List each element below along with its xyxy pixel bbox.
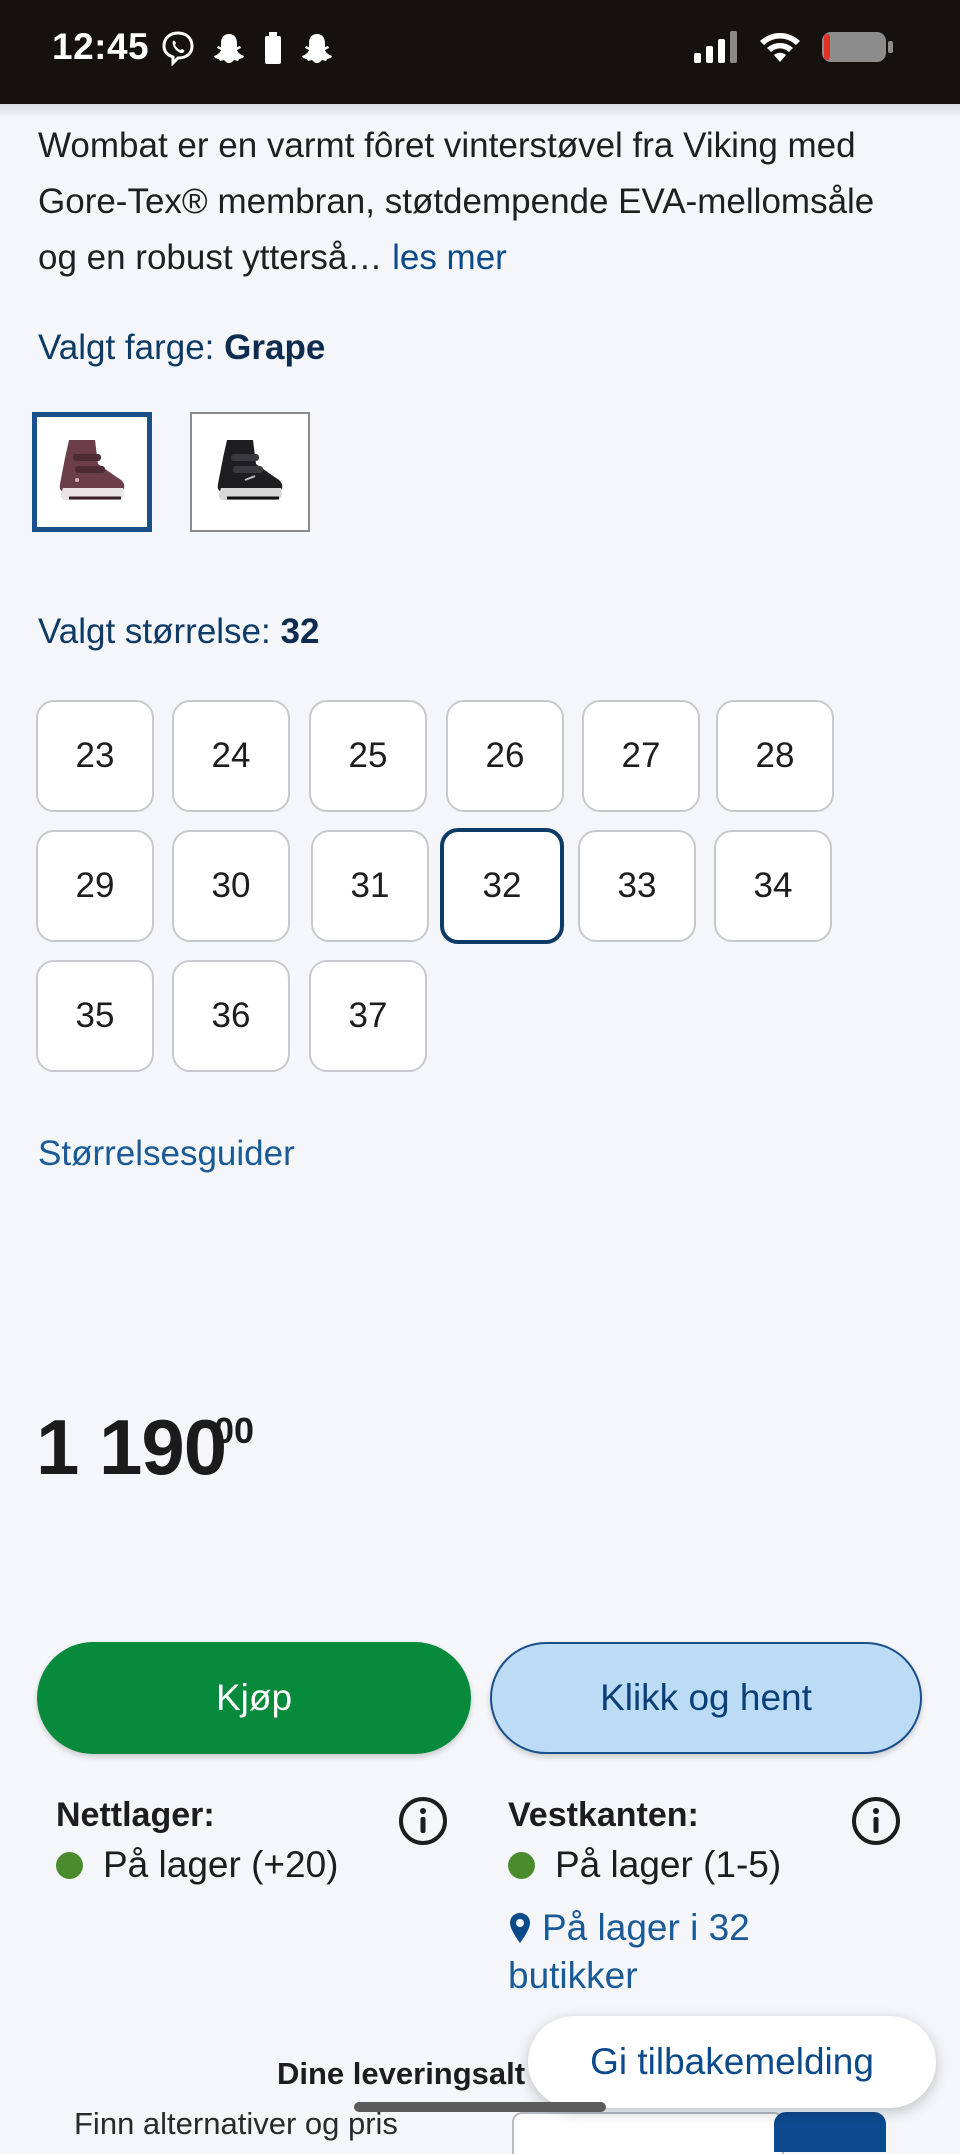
size-value: 32 [280, 612, 320, 651]
size-option[interactable]: 33 [578, 830, 696, 942]
read-more-link[interactable]: les mer [392, 238, 507, 277]
size-option[interactable]: 24 [172, 700, 290, 812]
size-guide-link[interactable]: Størrelsesguider [38, 1134, 295, 1174]
selected-size-label: Valgt størrelse: 32 [38, 612, 319, 652]
online-stock-status: På lager (+20) [56, 1844, 339, 1886]
info-icon[interactable] [398, 1796, 448, 1846]
home-indicator[interactable] [354, 2102, 606, 2112]
delivery-options-heading: Dine leveringsalt [277, 2056, 526, 2091]
store-stock-title: Vestkanten: [508, 1796, 699, 1834]
size-option[interactable]: 23 [36, 700, 154, 812]
status-time: 12:45 [52, 26, 150, 67]
size-option[interactable]: 36 [172, 960, 290, 1072]
size-option[interactable]: 30 [172, 830, 290, 942]
size-option-selected[interactable]: 32 [440, 828, 564, 944]
viber-icon [162, 31, 194, 66]
header-shadow [0, 104, 960, 118]
store-stock-text: På lager (1-5) [555, 1844, 782, 1885]
size-option[interactable]: 31 [311, 830, 429, 942]
click-and-collect-button[interactable]: Klikk og hent [490, 1642, 922, 1754]
selected-color-label: Valgt farge: Grape [38, 328, 325, 368]
battery-icon [822, 32, 893, 62]
boot-black-image [217, 440, 283, 500]
wifi-icon [760, 33, 800, 62]
size-option[interactable]: 34 [714, 830, 832, 942]
feedback-button[interactable]: Gi tilbakemelding [528, 2016, 936, 2108]
status-bar: 12:45 [0, 0, 960, 104]
postal-code-submit-button[interactable] [774, 2112, 886, 2152]
signal-icon [694, 31, 737, 63]
stores-availability-link[interactable]: På lager i 32 butikker [508, 1904, 838, 2000]
snapchat-icon [214, 34, 244, 63]
in-stock-dot [56, 1851, 83, 1879]
size-option[interactable]: 26 [446, 700, 564, 812]
color-value: Grape [224, 328, 326, 367]
price-main: 1 190 [36, 1403, 227, 1491]
size-option[interactable]: 27 [582, 700, 700, 812]
size-option[interactable]: 25 [309, 700, 427, 812]
product-description: Wombat er en varmt fôret vinterstøvel fr… [38, 118, 918, 286]
color-swatch-black[interactable] [190, 412, 310, 532]
stores-link-text: På lager i 32 butikker [508, 1907, 750, 1996]
boot-grape-image [59, 440, 125, 500]
info-icon[interactable] [851, 1796, 901, 1846]
size-option[interactable]: 37 [309, 960, 427, 1072]
online-stock-text: På lager (+20) [103, 1844, 339, 1885]
postal-code-input[interactable] [512, 2112, 784, 2154]
snapchat-icon [302, 34, 332, 63]
size-label-text: Valgt størrelse: [38, 612, 271, 651]
size-option[interactable]: 29 [36, 830, 154, 942]
color-label-text: Valgt farge: [38, 328, 215, 367]
buy-button[interactable]: Kjøp [37, 1642, 471, 1754]
store-stock-status: På lager (1-5) [508, 1844, 781, 1886]
system-icons [694, 30, 894, 64]
price-decimals: 00 [214, 1410, 255, 1451]
size-option[interactable]: 28 [716, 700, 834, 812]
location-pin-icon [510, 1913, 530, 1943]
size-option[interactable]: 35 [36, 960, 154, 1072]
notification-icons [160, 30, 334, 66]
delivery-sub-text: Finn alternativer og pris [74, 2106, 398, 2141]
color-swatch-grape[interactable] [32, 412, 152, 532]
in-stock-dot [508, 1851, 535, 1879]
online-stock-title: Nettlager: [56, 1796, 215, 1834]
battery-notification-icon [265, 32, 281, 64]
